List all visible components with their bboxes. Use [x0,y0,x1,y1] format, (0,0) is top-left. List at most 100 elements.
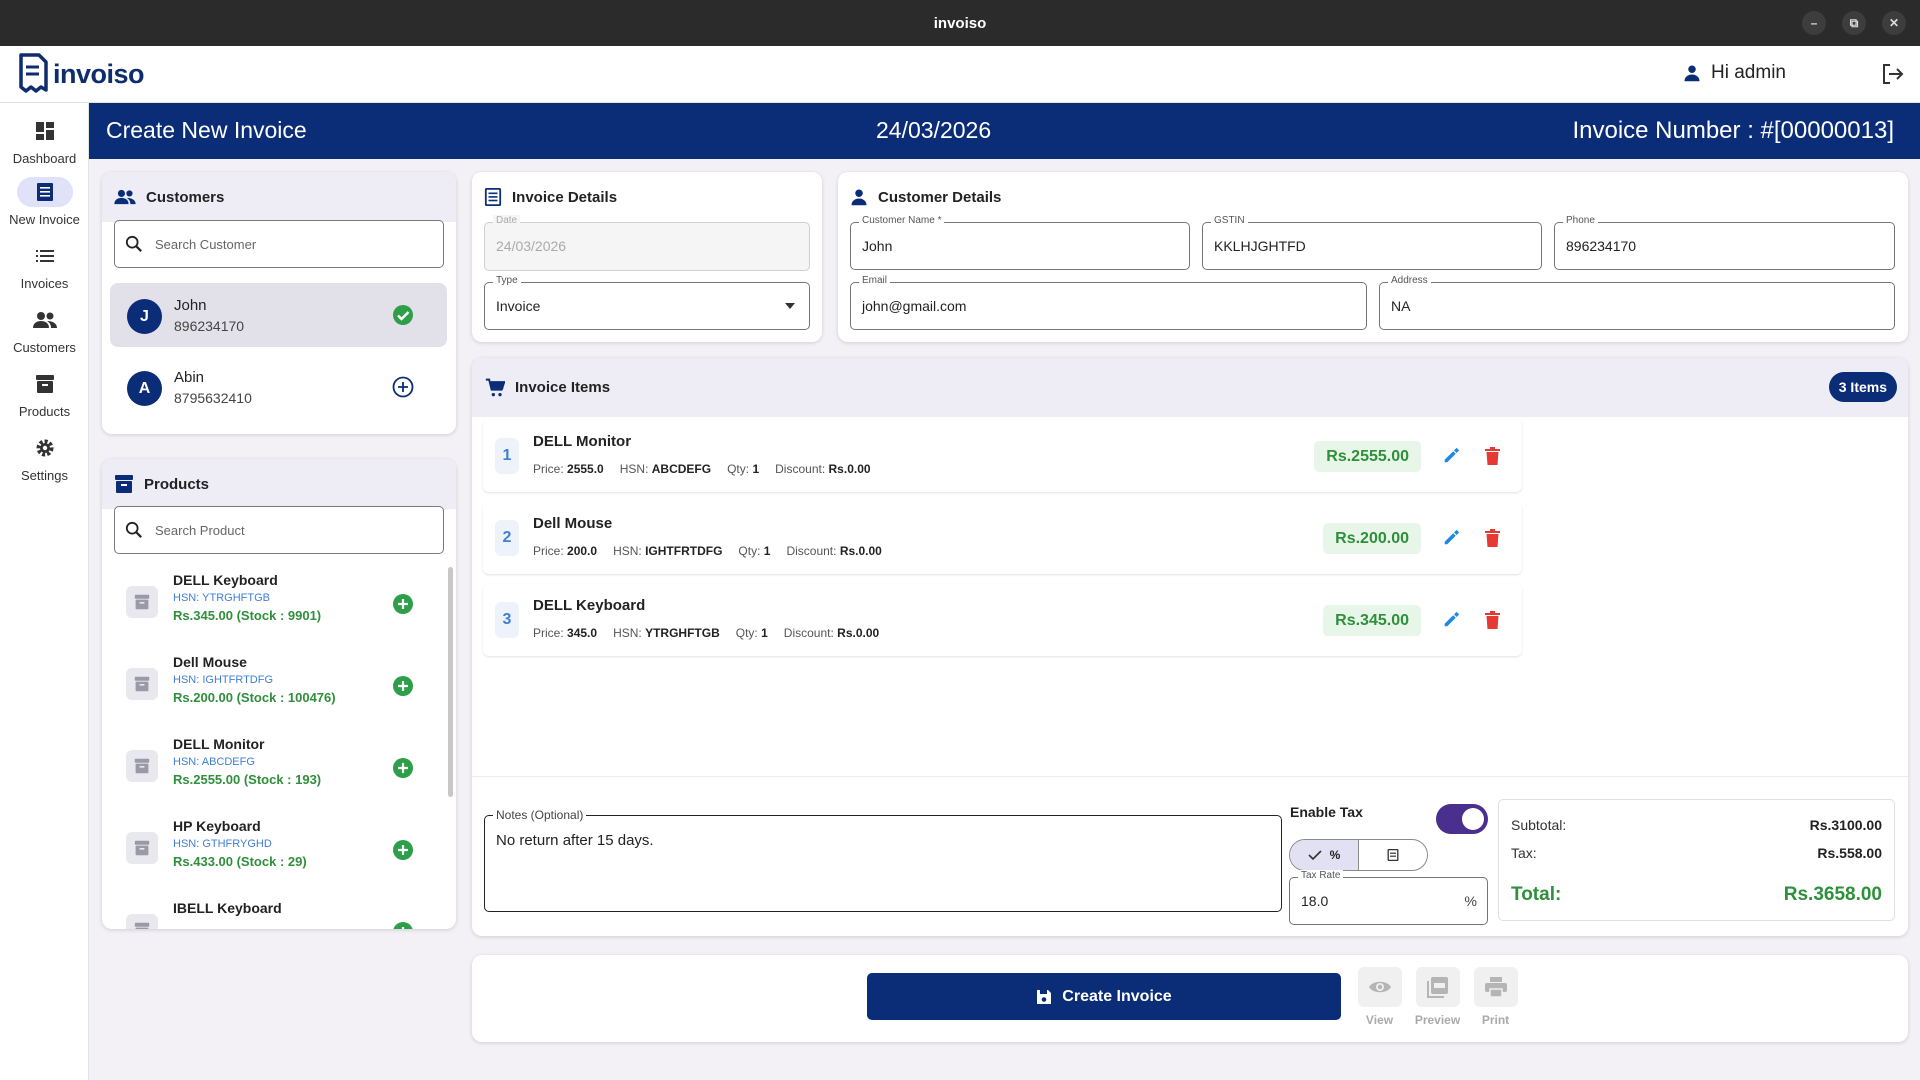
user-menu[interactable]: Hi admin [1683,62,1786,84]
customer-name-field[interactable]: Customer Name * John [850,215,1190,270]
tax-rate-field[interactable]: Tax Rate 18.0 % [1289,870,1488,925]
invoice-item-row[interactable]: 2 Dell Mouse Price: 200.0 HSN: IGHTFRTDF… [483,502,1522,574]
view-button[interactable]: View [1352,967,1407,1027]
logout-button[interactable] [1880,62,1904,86]
product-hsn: HSN: YTRGHFTGB [173,592,270,604]
product-item[interactable]: HP Keyboard HSN: GTHFRYGHD Rs.433.00 (St… [102,810,442,892]
delete-item-button[interactable] [1485,447,1500,465]
customer-item[interactable]: A Abin 8795632410 [110,355,447,419]
sidebar-item-settings[interactable]: Settings [0,433,89,483]
item-price: 345.0 [567,626,598,640]
gstin-field[interactable]: GSTIN KKLHJGHTFD [1202,215,1542,270]
field-value: KKLHJGHTFD [1214,238,1306,254]
add-product-button[interactable] [392,593,414,615]
product-item[interactable]: Dell Mouse HSN: IGHTFRTDFG Rs.200.00 (St… [102,646,442,728]
add-product-button[interactable] [392,757,414,779]
product-name: DELL Keyboard [173,572,278,588]
add-product-button[interactable] [392,921,414,929]
tax-mode-percent[interactable]: % [1290,840,1359,870]
add-circle-icon [393,594,413,614]
product-item[interactable]: IBELL Keyboard [102,892,442,929]
products-panel-header: Products [102,459,456,509]
sidebar-item-label: Products [18,404,71,419]
edit-item-button[interactable] [1443,611,1460,628]
customer-name: John [174,297,207,314]
customer-item[interactable]: J John 896234170 [110,283,447,347]
product-list-scrollbar[interactable] [448,567,453,797]
item-hsn: YTRGHFTGB [645,626,720,640]
delete-item-button[interactable] [1485,611,1500,629]
sidebar-item-invoices[interactable]: Invoices [0,241,89,291]
type-select[interactable]: Type Invoice [484,275,810,330]
tax-mode-selector[interactable]: % [1289,839,1428,871]
item-number: 2 [495,520,519,556]
header-date: 24/03/2026 [876,117,992,143]
inventory-icon [134,840,150,856]
page-header: Create New Invoice 24/03/2026 Invoice Nu… [89,103,1920,159]
add-product-button[interactable] [392,839,414,861]
toggle-knob [1462,808,1484,830]
sidebar-item-customers[interactable]: Customers [0,305,89,355]
add-customer-button[interactable] [392,376,414,398]
item-discount: Rs.0.00 [837,626,880,640]
sidebar: Dashboard New Invoice Invoices Customers… [0,103,89,1080]
item-total: Rs.345.00 [1323,605,1421,636]
qty-label: Qty: [727,462,750,476]
sidebar-item-products[interactable]: Products [0,369,89,419]
tax-mode-amount[interactable] [1359,840,1427,870]
edit-item-button[interactable] [1443,529,1460,546]
sidebar-item-dashboard[interactable]: Dashboard [0,116,89,166]
add-product-button[interactable] [392,675,414,697]
product-name: HP Keyboard [173,818,261,834]
notes-textarea[interactable]: Notes (Optional) No return after 15 days… [484,808,1282,912]
notes-value: No return after 15 days. [496,832,654,849]
item-hsn: IGHTFRTDFG [645,544,723,558]
product-item[interactable]: DELL Keyboard HSN: YTRGHFTGB Rs.345.00 (… [102,564,442,646]
item-meta: Price: 345.0 HSN: YTRGHFTGB Qty: 1 Disco… [533,626,879,640]
field-value: 24/03/2026 [496,238,567,254]
invoice-footer-form: Notes (Optional) No return after 15 days… [472,776,1908,936]
field-value: john@gmail.com [862,298,967,314]
delete-item-button[interactable] [1485,529,1500,547]
phone-field[interactable]: Phone 896234170 [1554,215,1895,270]
field-label: Address [1388,275,1431,286]
app-logo[interactable]: invoiso [16,51,145,97]
edit-item-button[interactable] [1443,447,1460,464]
price-label: Price: [533,462,564,476]
receipt-icon [1387,849,1399,861]
maximize-button[interactable]: ⧉ [1842,11,1866,35]
product-name: Dell Mouse [173,654,247,670]
subtotal-label: Subtotal: [1511,817,1567,833]
item-qty: 1 [763,544,771,558]
action-bar: Create Invoice View Preview Print [472,955,1908,1042]
minimize-button[interactable]: – [1802,11,1826,35]
enable-tax-toggle[interactable] [1436,804,1488,834]
receipt-icon [36,183,53,201]
address-field[interactable]: Address NA [1379,275,1895,330]
item-qty: 1 [752,462,760,476]
field-value: Invoice [496,298,541,314]
close-button[interactable]: ✕ [1882,11,1906,35]
preview-label: Preview [1414,1013,1461,1027]
inventory-icon [134,922,150,929]
avatar: A [127,371,162,406]
product-price-stock: Rs.2555.00 (Stock : 193) [173,772,322,787]
inventory-icon [134,594,150,610]
pencil-icon [1444,447,1460,463]
invoice-item-row[interactable]: 3 DELL Keyboard Price: 345.0 HSN: YTRGHF… [483,584,1522,656]
sidebar-item-new-invoice[interactable]: New Invoice [0,177,89,227]
preview-button[interactable]: Preview [1410,967,1465,1027]
item-qty: 1 [761,626,768,640]
create-invoice-button[interactable]: Create Invoice [867,973,1341,1020]
product-item[interactable]: DELL Monitor HSN: ABCDEFG Rs.2555.00 (St… [102,728,442,810]
invoice-item-row[interactable]: 1 DELL Monitor Price: 2555.0 HSN: ABCDEF… [483,420,1522,492]
customer-search-input[interactable]: Search Customer [114,220,444,268]
print-label: Print [1481,1013,1510,1027]
product-search-input[interactable]: Search Product [114,506,444,554]
search-icon [125,521,142,538]
search-icon [125,235,142,252]
email-field[interactable]: Email john@gmail.com [850,275,1367,330]
print-button[interactable]: Print [1468,967,1523,1027]
hsn-label: HSN: [619,462,649,476]
customers-panel-title: Customers [146,188,225,206]
